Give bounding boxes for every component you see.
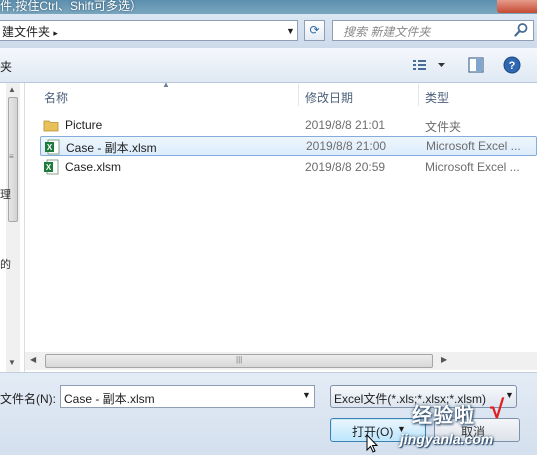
- breadcrumb-chevron-icon[interactable]: ▸: [53, 28, 58, 38]
- column-divider[interactable]: [418, 84, 419, 106]
- preview-pane-icon[interactable]: [466, 55, 486, 75]
- file-type: Microsoft Excel ...: [426, 139, 521, 153]
- nav-scroll-up-icon[interactable]: ▲: [8, 85, 16, 94]
- file-date: 2019/8/8 21:01: [305, 118, 386, 132]
- column-header-row: [25, 83, 537, 107]
- excel-file-icon: X: [44, 159, 59, 175]
- file-name: Picture: [65, 118, 103, 132]
- column-header-name[interactable]: 名称: [44, 89, 68, 106]
- scroll-left-icon[interactable]: ◀: [30, 355, 36, 364]
- list-item[interactable]: Picture 2019/8/8 21:01 文件夹: [40, 115, 537, 135]
- watermark-check-icon: √: [490, 394, 505, 424]
- file-type-dropdown-icon[interactable]: ▼: [505, 390, 514, 400]
- refresh-icon: ⟳: [309, 23, 320, 37]
- new-folder-button-fragment[interactable]: 夹: [0, 58, 12, 75]
- sort-ascending-icon: ▲: [162, 80, 170, 89]
- scroll-grip-icon: ≡: [9, 152, 14, 161]
- mouse-cursor-icon: [366, 434, 379, 453]
- window-title-bar: 件,按住Ctrl、Shift可多选）: [0, 0, 537, 14]
- file-name: Case.xlsm: [65, 160, 122, 174]
- column-header-date[interactable]: 修改日期: [305, 89, 353, 106]
- scroll-grip-icon: |||: [236, 355, 243, 364]
- filename-value[interactable]: Case - 副本.xlsm: [64, 390, 155, 407]
- breadcrumb[interactable]: 建文件夹 ▸: [2, 23, 58, 40]
- svg-text:X: X: [47, 143, 53, 152]
- window-title: 件,按住Ctrl、Shift可多选）: [0, 0, 143, 13]
- search-icon[interactable]: [513, 22, 529, 38]
- filename-dropdown-icon[interactable]: ▼: [302, 390, 311, 400]
- watermark-text: 经验啦: [412, 405, 475, 427]
- file-date: 2019/8/8 20:59: [305, 160, 386, 174]
- column-divider[interactable]: [298, 84, 299, 106]
- list-item-selected[interactable]: X Case - 副本.xlsm 2019/8/8 21:00 Microsof…: [40, 136, 537, 156]
- watermark-url: jingyanla.com: [400, 431, 494, 447]
- folder-icon: [43, 120, 59, 132]
- file-name: Case - 副本.xlsm: [66, 141, 157, 155]
- column-header-type[interactable]: 类型: [425, 89, 449, 106]
- help-icon[interactable]: ?: [502, 55, 522, 75]
- svg-text:X: X: [46, 163, 52, 172]
- list-item[interactable]: X Case.xlsm 2019/8/8 20:59 Microsoft Exc…: [40, 157, 537, 177]
- filename-label: 文件名(N):: [0, 392, 56, 406]
- breadcrumb-folder[interactable]: 建文件夹: [2, 25, 50, 39]
- toolbar: [0, 48, 537, 83]
- search-placeholder: 搜索 新建文件夹: [343, 25, 431, 39]
- excel-file-icon: X: [45, 139, 60, 155]
- file-date: 2019/8/8 21:00: [306, 139, 387, 153]
- nav-scroll-down-icon[interactable]: ▼: [8, 358, 16, 367]
- file-type: Microsoft Excel ...: [425, 160, 520, 174]
- address-dropdown-icon[interactable]: ▼: [286, 26, 295, 36]
- close-button[interactable]: [497, 0, 537, 13]
- nav-item-fragment[interactable]: 的: [0, 256, 11, 272]
- scroll-right-icon[interactable]: ▶: [441, 355, 447, 364]
- view-options-icon[interactable]: [410, 55, 450, 75]
- file-type: 文件夹: [425, 120, 462, 134]
- svg-text:?: ?: [509, 60, 516, 72]
- refresh-button[interactable]: ⟳: [304, 20, 325, 41]
- nav-item-fragment[interactable]: 理: [0, 186, 11, 202]
